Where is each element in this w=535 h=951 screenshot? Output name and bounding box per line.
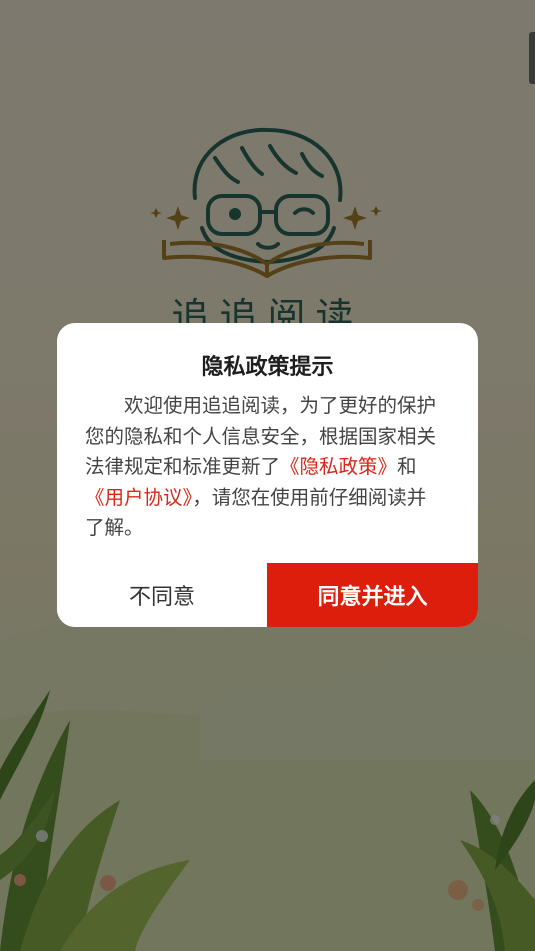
disagree-button[interactable]: 不同意 [57,563,267,627]
privacy-policy-link[interactable]: 《隐私政策》 [280,455,397,478]
dialog-message: 欢迎使用追追阅读，为了更好的保护您的隐私和个人信息安全，根据国家相关法律规定和标… [85,391,445,544]
agree-and-enter-button[interactable]: 同意并进入 [267,563,478,627]
splash-screen: 追追阅读 隐私政策提示 欢迎使用追追阅读，为了更好的保护您的隐私和个人信息安全，… [0,0,535,951]
dialog-title: 隐私政策提示 [201,355,334,380]
side-handle [529,32,535,84]
privacy-dialog: 隐私政策提示 欢迎使用追追阅读，为了更好的保护您的隐私和个人信息安全，根据国家相… [57,323,478,627]
user-agreement-link[interactable]: 《用户协议》 [85,486,192,509]
message-conjunction: 和 [397,455,417,478]
